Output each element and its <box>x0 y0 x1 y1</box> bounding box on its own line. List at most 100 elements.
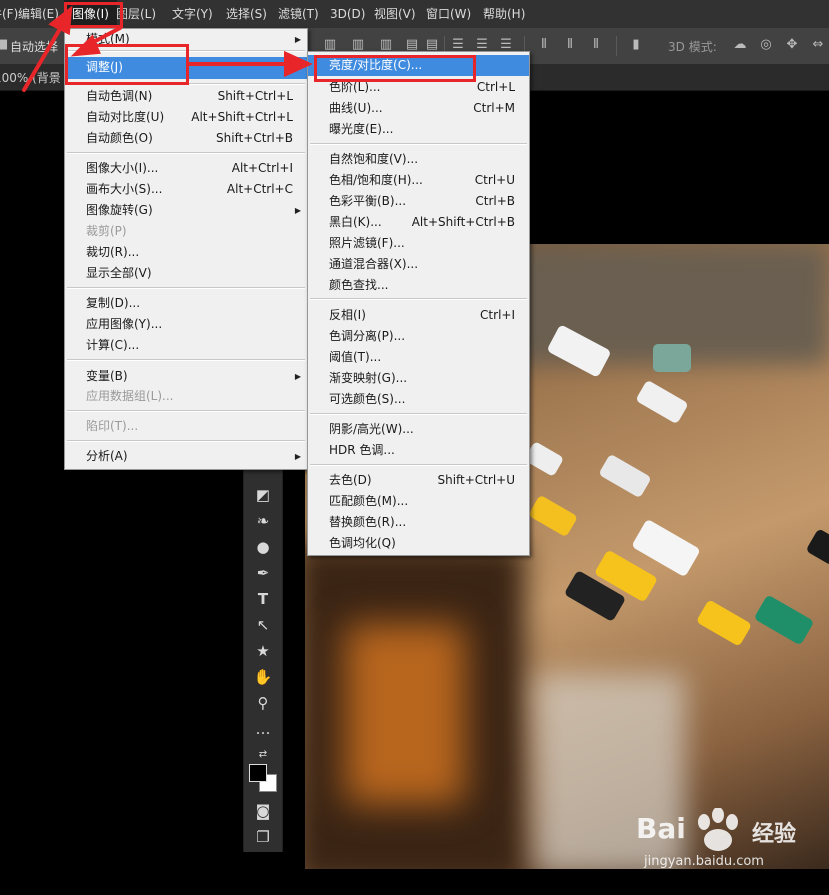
menu-item-image-size[interactable]: 图像大小(I)... Alt+Ctrl+I <box>65 158 307 179</box>
menu-item-label: 可选颜色(S)... <box>329 392 406 406</box>
menu-item-desaturate[interactable]: 去色(D) Shift+Ctrl+U <box>308 470 529 491</box>
menu-item-equalize[interactable]: 色调均化(Q) <box>308 533 529 554</box>
menu-item-label: 显示全部(V) <box>86 266 152 280</box>
menu-item-color-balance[interactable]: 色彩平衡(B)... Ctrl+B <box>308 191 529 212</box>
black-car <box>805 528 829 566</box>
menu-window[interactable]: 窗口(W) <box>426 0 471 28</box>
menu-item-label: 去色(D) <box>329 473 372 487</box>
type-tool-icon[interactable]: T <box>251 588 275 610</box>
auto-align-icon[interactable]: ▮ <box>628 37 644 53</box>
menu-item-label: 自动颜色(O) <box>86 131 153 145</box>
zoom-icon[interactable]: ⚲ <box>251 692 275 714</box>
quick-mask-icon[interactable]: ◙ <box>251 800 275 822</box>
drag-3d-icon[interactable]: ✥ <box>784 37 800 53</box>
menu-item-trim[interactable]: 裁切(R)... <box>65 242 307 263</box>
menu-item-canvas-size[interactable]: 画布大小(S)... Alt+Ctrl+C <box>65 179 307 200</box>
menu-item-exposure[interactable]: 曝光度(E)... <box>308 119 529 140</box>
smudge-icon[interactable]: ❧ <box>251 510 275 532</box>
menu-item-image-rotation[interactable]: 图像旋转(G) ▶ <box>65 200 307 221</box>
menu-item-shortcut: Shift+Ctrl+U <box>437 473 515 487</box>
menu-item-auto-contrast[interactable]: 自动对比度(U) Alt+Shift+Ctrl+L <box>65 107 307 128</box>
menu-item-auto-color[interactable]: 自动颜色(O) Shift+Ctrl+B <box>65 128 307 149</box>
menu-item-selective-color[interactable]: 可选颜色(S)... <box>308 389 529 410</box>
distribute-left-icon[interactable]: ⫴ <box>536 37 552 53</box>
annotation-box-adjustments <box>65 44 189 85</box>
paint-bucket-icon[interactable]: ◩ <box>251 484 275 506</box>
menu-item-photo-filter[interactable]: 照片滤镜(F)... <box>308 233 529 254</box>
menu-item-variables[interactable]: 变量(B) ▶ <box>65 366 307 387</box>
pen-icon[interactable]: ✒ <box>251 562 275 584</box>
menu-item-reveal-all[interactable]: 显示全部(V) <box>65 263 307 284</box>
menu-type[interactable]: 文字(Y) <box>172 0 213 28</box>
submenu-arrow-icon: ▶ <box>294 63 301 72</box>
rotate-3d-icon[interactable]: ☁ <box>732 37 748 53</box>
menu-3d[interactable]: 3D(D) <box>330 0 365 28</box>
yellow-taxi <box>527 494 579 538</box>
shape-icon[interactable]: ★ <box>251 640 275 662</box>
menu-edit[interactable]: 编辑(E) <box>18 0 59 28</box>
blurred-orange-facade <box>345 624 465 804</box>
menu-item-shadows-highlights[interactable]: 阴影/高光(W)... <box>308 419 529 440</box>
hand-icon[interactable]: ✋ <box>251 666 275 688</box>
menu-item-black-white[interactable]: 黑白(K)... Alt+Shift+Ctrl+B <box>308 212 529 233</box>
menu-item-shortcut: Alt+Shift+Ctrl+B <box>411 215 515 229</box>
menu-item-label: 阈值(T)... <box>329 350 382 364</box>
menu-item-label: 渐变映射(G)... <box>329 371 408 385</box>
menu-item-label: 复制(D)... <box>86 296 141 310</box>
screen-mode-icon[interactable]: ❐ <box>251 826 275 848</box>
checkbox-icon[interactable]: ■ <box>0 37 8 53</box>
menu-item-color-lookup[interactable]: 颜色查找... <box>308 275 529 296</box>
menu-item-threshold[interactable]: 阈值(T)... <box>308 347 529 368</box>
mode-3d-label: 3D 模式: <box>668 40 717 54</box>
menu-separator <box>310 464 527 466</box>
menu-item-label: 应用图像(Y)... <box>86 317 163 331</box>
menu-help[interactable]: 帮助(H) <box>483 0 525 28</box>
menu-separator <box>67 287 305 289</box>
path-select-icon[interactable]: ↖ <box>251 614 275 636</box>
menu-item-duplicate[interactable]: 复制(D)... <box>65 293 307 314</box>
separator <box>616 36 617 56</box>
menu-separator <box>67 359 305 361</box>
foreground-color-swatch[interactable] <box>249 764 267 782</box>
menu-item-channel-mixer[interactable]: 通道混合器(X)... <box>308 254 529 275</box>
menu-filter[interactable]: 滤镜(T) <box>278 0 319 28</box>
menu-item-hue-saturation[interactable]: 色相/饱和度(H)... Ctrl+U <box>308 170 529 191</box>
menu-item-posterize[interactable]: 色调分离(P)... <box>308 326 529 347</box>
menu-item-label: 照片滤镜(F)... <box>329 236 405 250</box>
menu-item-apply-image[interactable]: 应用图像(Y)... <box>65 314 307 335</box>
menu-item-label: 替换颜色(R)... <box>329 515 407 529</box>
distribute-right-icon[interactable]: ⫴ <box>588 37 604 53</box>
menu-item-replace-color[interactable]: 替换颜色(R)... <box>308 512 529 533</box>
menu-bar: 文件(F) 编辑(E) 图像(I) 图层(L) 文字(Y) 选择(S) 滤镜(T… <box>0 0 829 28</box>
menu-item-gradient-map[interactable]: 渐变映射(G)... <box>308 368 529 389</box>
menu-file[interactable]: 文件(F) <box>0 0 18 28</box>
swap-colors-icon[interactable]: ⇄ <box>251 744 275 766</box>
slide-3d-icon[interactable]: ⇔ <box>810 37 826 53</box>
menu-item-curves[interactable]: 曲线(U)... Ctrl+M <box>308 98 529 119</box>
distribute-hcenter-icon[interactable]: ⫴ <box>562 37 578 53</box>
image-menu: 模式(M) ▶ 调整(J) ▶ 自动色调(N) Shift+Ctrl+L 自动对比度(… <box>64 28 308 470</box>
menu-separator <box>67 410 305 412</box>
menu-item-invert[interactable]: 反相(I) Ctrl+I <box>308 305 529 326</box>
menu-item-vibrance[interactable]: 自然饱和度(V)... <box>308 149 529 170</box>
menu-item-auto-tone[interactable]: 自动色调(N) Shift+Ctrl+L <box>65 86 307 107</box>
menu-item-hdr-toning[interactable]: HDR 色调... <box>308 440 529 461</box>
white-car <box>635 379 689 425</box>
auto-select-label[interactable]: 自动选择 <box>10 38 58 55</box>
menu-item-shortcut: Alt+Ctrl+C <box>226 182 293 196</box>
menu-select[interactable]: 选择(S) <box>226 0 267 28</box>
roll-3d-icon[interactable]: ◎ <box>758 37 774 53</box>
document-tab[interactable]: 100% (背景 <box>0 69 61 86</box>
menu-item-apply-data-set: 应用数据组(L)... <box>65 386 307 407</box>
menu-item-analysis[interactable]: 分析(A) ▶ <box>65 446 307 467</box>
menu-separator <box>310 298 527 300</box>
submenu-arrow-icon: ▶ <box>294 206 301 215</box>
submenu-arrow-icon: ▶ <box>294 452 301 461</box>
more-tools-icon[interactable]: … <box>251 718 275 740</box>
menu-item-label: 通道混合器(X)... <box>329 257 419 271</box>
menu-item-label: 裁剪(P) <box>86 224 127 238</box>
dodge-icon[interactable]: ● <box>251 536 275 558</box>
menu-item-calculations[interactable]: 计算(C)... <box>65 335 307 356</box>
menu-item-match-color[interactable]: 匹配颜色(M)... <box>308 491 529 512</box>
menu-view[interactable]: 视图(V) <box>374 0 416 28</box>
